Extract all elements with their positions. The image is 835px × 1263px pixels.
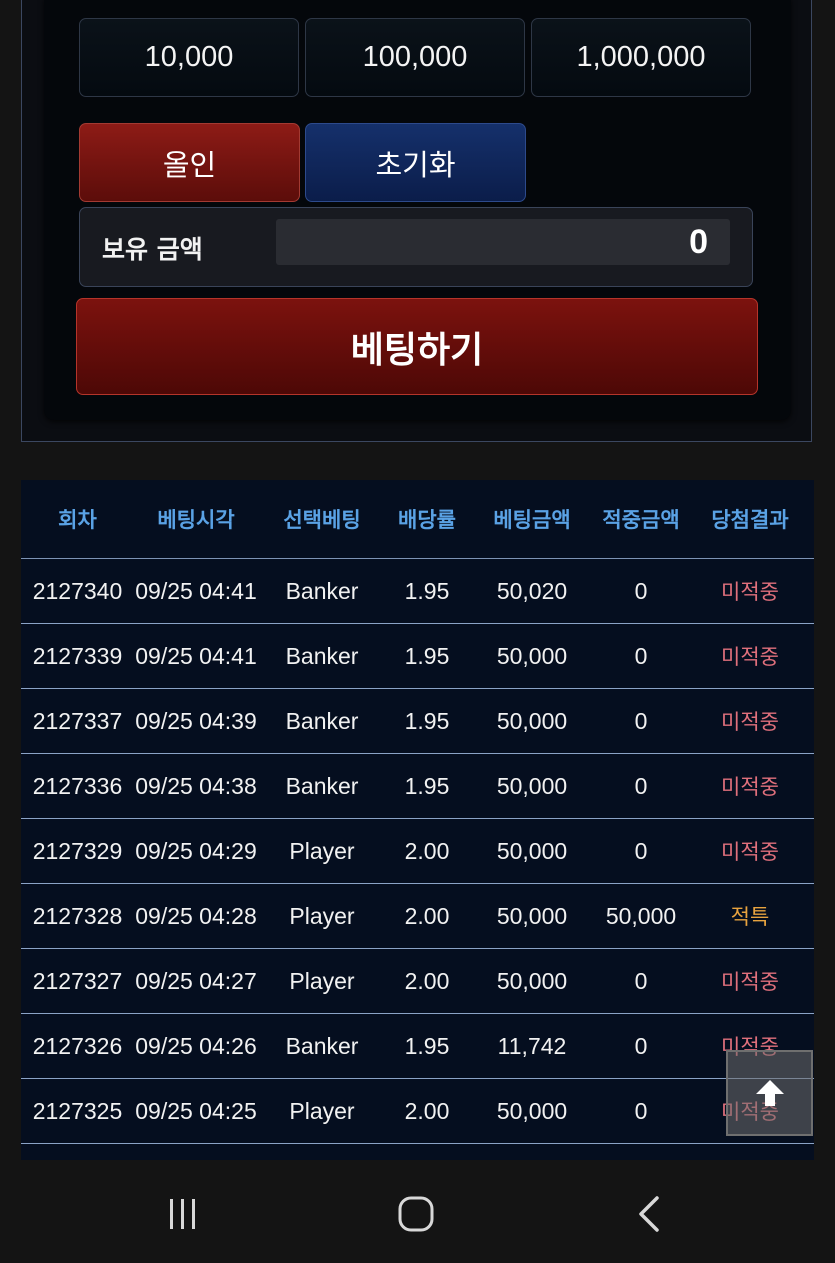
result-cell: 미적중 <box>721 645 779 669</box>
result-cell: 적특 <box>730 905 770 929</box>
win-amount-cell: 0 <box>634 967 648 994</box>
odds-cell: 1.95 <box>404 642 450 669</box>
round-cell: 2127326 <box>32 1032 123 1059</box>
round-cell: 2127329 <box>32 837 123 864</box>
selection-cell: Player <box>289 1097 355 1124</box>
bet-amount-cell: 50,000 <box>496 902 568 929</box>
column-header-odds[interactable]: 배당률 <box>386 504 468 534</box>
reset-button[interactable]: 초기화 <box>305 123 526 202</box>
win-amount-cell: 50,000 <box>605 902 677 929</box>
round-cell: 2127337 <box>32 707 123 734</box>
bet-time-cell: 09/25 04:25 <box>135 1097 257 1124</box>
win-amount-cell: 0 <box>634 772 648 799</box>
chip-100000-button[interactable]: 100,000 <box>305 18 525 97</box>
bet-amount-cell: 50,000 <box>496 967 568 994</box>
bet-time-cell: 09/25 04:27 <box>135 967 257 994</box>
table-row[interactable]: 2127337 09/25 04:39 Banker 1.95 50,000 0… <box>21 689 814 754</box>
bet-time-cell: 09/25 04:39 <box>135 707 257 734</box>
table-row[interactable]: 2127336 09/25 04:38 Banker 1.95 50,000 0… <box>21 754 814 819</box>
selection-cell: Player <box>289 967 355 994</box>
round-cell: 2127325 <box>32 1097 123 1124</box>
chip-1000000-button[interactable]: 1,000,000 <box>531 18 751 97</box>
result-cell: 미적중 <box>721 775 779 799</box>
table-row[interactable]: 2127328 09/25 04:28 Player 2.00 50,000 5… <box>21 884 814 949</box>
back-icon <box>639 1196 659 1232</box>
column-header-round[interactable]: 회차 <box>21 504 134 534</box>
selection-cell: Banker <box>285 1032 359 1059</box>
home-button[interactable] <box>393 1190 439 1238</box>
bet-time-cell: 09/25 04:38 <box>135 772 257 799</box>
column-header-selection[interactable]: 선택베팅 <box>258 504 386 534</box>
bet-history-table: 회차 베팅시각 선택베팅 배당률 베팅금액 적중금액 당첨결과 2127340 … <box>21 480 814 1160</box>
recent-apps-button[interactable] <box>160 1190 204 1238</box>
bet-amount-cell: 50,000 <box>496 707 568 734</box>
bet-amount-cell: 11,742 <box>497 1032 567 1059</box>
bet-time-cell: 09/25 04:41 <box>135 577 257 604</box>
win-amount-cell: 0 <box>634 642 648 669</box>
table-row[interactable]: 2127325 09/25 04:25 Player 2.00 50,000 0… <box>21 1079 814 1144</box>
selection-cell: Banker <box>285 642 359 669</box>
odds-cell: 2.00 <box>404 1097 450 1124</box>
system-navigation-bar <box>0 1160 835 1263</box>
all-in-button[interactable]: 올인 <box>79 123 300 202</box>
selection-cell: Player <box>289 837 355 864</box>
column-header-win-amount[interactable]: 적중금액 <box>596 504 686 534</box>
arrow-up-icon <box>755 1080 784 1106</box>
table-row[interactable]: 2127329 09/25 04:29 Player 2.00 50,000 0… <box>21 819 814 884</box>
balance-field: 보유 금액 0 <box>79 207 753 287</box>
bet-amount-cell: 50,020 <box>496 577 568 604</box>
bet-amount-cell: 50,000 <box>496 1097 568 1124</box>
table-row[interactable]: 2127339 09/25 04:41 Banker 1.95 50,000 0… <box>21 624 814 689</box>
selection-cell: Player <box>289 902 355 929</box>
result-cell: 미적중 <box>721 580 779 604</box>
bet-time-cell: 09/25 04:29 <box>135 837 257 864</box>
odds-cell: 2.00 <box>404 837 450 864</box>
odds-cell: 1.95 <box>404 707 450 734</box>
recent-apps-icon <box>170 1199 195 1229</box>
win-amount-cell: 0 <box>634 707 648 734</box>
column-header-bet-time[interactable]: 베팅시각 <box>134 504 258 534</box>
home-icon <box>398 1196 434 1232</box>
odds-cell: 1.95 <box>404 577 450 604</box>
back-button[interactable] <box>630 1190 670 1238</box>
bet-amount-cell: 50,000 <box>496 837 568 864</box>
selection-cell: Banker <box>285 707 359 734</box>
win-amount-cell: 0 <box>634 577 648 604</box>
round-cell: 2127328 <box>32 902 123 929</box>
result-cell: 미적중 <box>721 970 779 994</box>
column-header-result[interactable]: 당첨결과 <box>686 504 814 534</box>
round-cell: 2127340 <box>32 577 123 604</box>
chip-10000-button[interactable]: 10,000 <box>79 18 299 97</box>
result-cell: 미적중 <box>721 710 779 734</box>
win-amount-cell: 0 <box>634 1097 648 1124</box>
balance-value: 0 <box>276 219 730 265</box>
table-row[interactable]: 2127327 09/25 04:27 Player 2.00 50,000 0… <box>21 949 814 1014</box>
column-header-bet-amount[interactable]: 베팅금액 <box>468 504 596 534</box>
table-row[interactable]: 2127340 09/25 04:41 Banker 1.95 50,020 0… <box>21 559 814 624</box>
bet-time-cell: 09/25 04:28 <box>135 902 257 929</box>
odds-cell: 1.95 <box>404 1032 450 1059</box>
selection-cell: Banker <box>285 772 359 799</box>
bet-amount-cell: 50,000 <box>496 642 568 669</box>
bet-amount-cell: 50,000 <box>496 772 568 799</box>
balance-label: 보유 금액 <box>102 235 203 264</box>
odds-cell: 1.95 <box>404 772 450 799</box>
place-bet-button[interactable]: 베팅하기 <box>76 298 758 395</box>
odds-cell: 2.00 <box>404 967 450 994</box>
table-row[interactable]: 2127326 09/25 04:26 Banker 1.95 11,742 0… <box>21 1014 814 1079</box>
round-cell: 2127339 <box>32 642 123 669</box>
table-header: 회차 베팅시각 선택베팅 배당률 베팅금액 적중금액 당첨결과 <box>21 480 814 559</box>
round-cell: 2127327 <box>32 967 123 994</box>
result-cell: 미적중 <box>721 840 779 864</box>
selection-cell: Banker <box>285 577 359 604</box>
round-cell: 2127336 <box>32 772 123 799</box>
bet-time-cell: 09/25 04:41 <box>135 642 257 669</box>
odds-cell: 2.00 <box>404 902 450 929</box>
bet-time-cell: 09/25 04:26 <box>135 1032 257 1059</box>
win-amount-cell: 0 <box>634 1032 648 1059</box>
win-amount-cell: 0 <box>634 837 648 864</box>
scroll-top-button[interactable] <box>726 1050 813 1136</box>
